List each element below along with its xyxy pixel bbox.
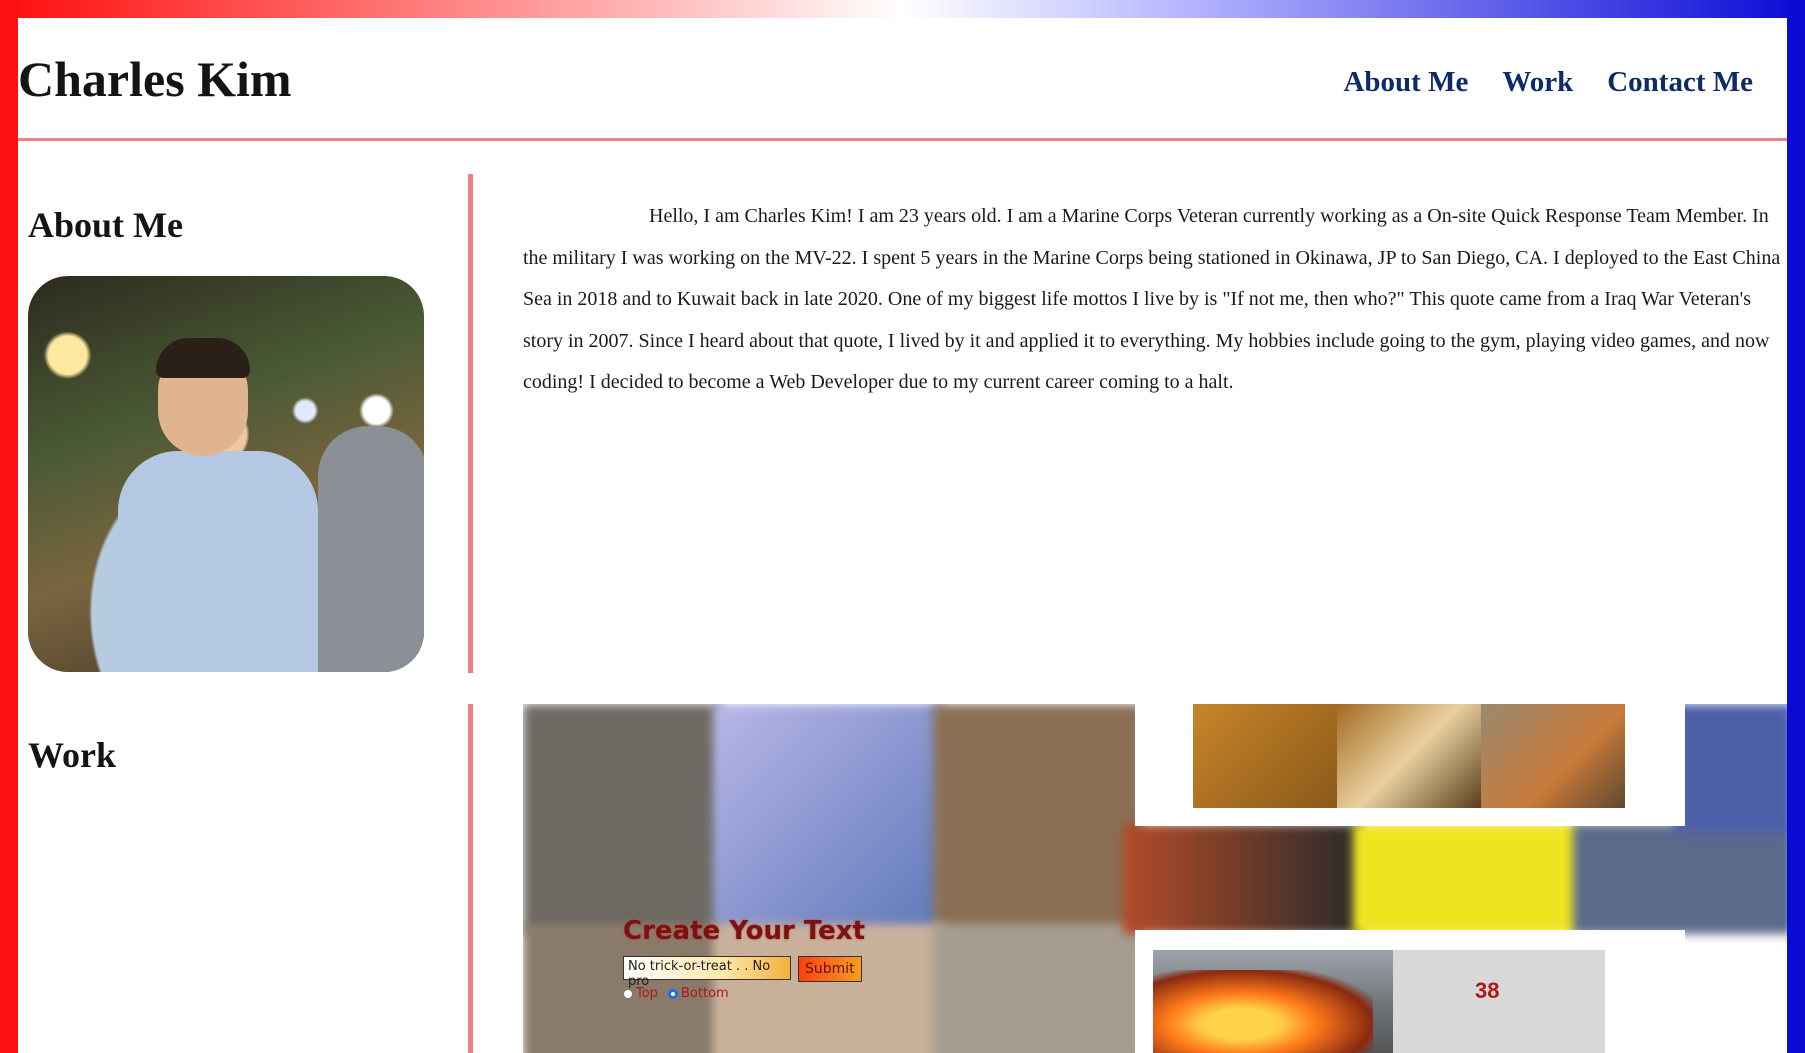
- cats-project-card[interactable]: [1135, 704, 1685, 826]
- main-nav: About Me Work Contact Me: [1343, 66, 1753, 99]
- site-title: Charles Kim: [18, 51, 292, 107]
- fire-truck-image: 38: [1153, 950, 1605, 1053]
- fire-truck-number: 38: [1475, 978, 1500, 1003]
- meme-tile: [1573, 824, 1787, 934]
- meme-generator-title: Create Your Text: [623, 916, 865, 946]
- cat-image: [1337, 704, 1481, 808]
- meme-tile: [1673, 704, 1787, 834]
- meme-generator-panel: Create Your Text No trick-or-treat . . N…: [523, 704, 1135, 1053]
- cat-image: [1481, 704, 1625, 808]
- radio-top[interactable]: Top: [623, 986, 658, 1001]
- cat-image: [1193, 704, 1337, 808]
- radio-bottom-circle[interactable]: [668, 988, 678, 999]
- photo-person-hair: [156, 338, 250, 378]
- site-header: Charles Kim About Me Work Contact Me: [18, 18, 1787, 141]
- fire-project-card[interactable]: 38: [1135, 930, 1685, 1053]
- nav-work[interactable]: Work: [1502, 66, 1573, 99]
- work-divider: [468, 704, 473, 1053]
- meme-text-input[interactable]: No trick-or-treat . . No pro: [623, 956, 791, 989]
- right-border: [1787, 0, 1805, 1053]
- radio-bottom[interactable]: Bottom: [668, 986, 729, 1001]
- profile-photo: [28, 276, 424, 672]
- meme-submit-button[interactable]: Submit: [798, 956, 862, 982]
- top-gradient-border: [0, 0, 1805, 18]
- radio-top-label: Top: [636, 986, 658, 1001]
- work-heading: Work: [28, 735, 117, 775]
- photo-person-shirt: [118, 451, 318, 672]
- about-heading: About Me: [28, 205, 183, 245]
- radio-bottom-label: Bottom: [681, 986, 729, 1001]
- about-divider: [468, 174, 473, 673]
- meme-tile: [1353, 824, 1583, 934]
- fire-truck-body: 38: [1393, 950, 1605, 1053]
- radio-top-circle[interactable]: [623, 988, 633, 999]
- fire-flames: [1153, 970, 1373, 1053]
- left-border: [0, 0, 18, 1053]
- nav-contact-me[interactable]: Contact Me: [1607, 66, 1753, 99]
- work-project-collage: Create Your Text No trick-or-treat . . N…: [523, 704, 1787, 1053]
- photo-bystander: [318, 426, 424, 672]
- meme-tile: [1123, 824, 1363, 934]
- nav-about-me[interactable]: About Me: [1343, 66, 1468, 99]
- about-bio: Hello, I am Charles Kim! I am 23 years o…: [523, 205, 1781, 393]
